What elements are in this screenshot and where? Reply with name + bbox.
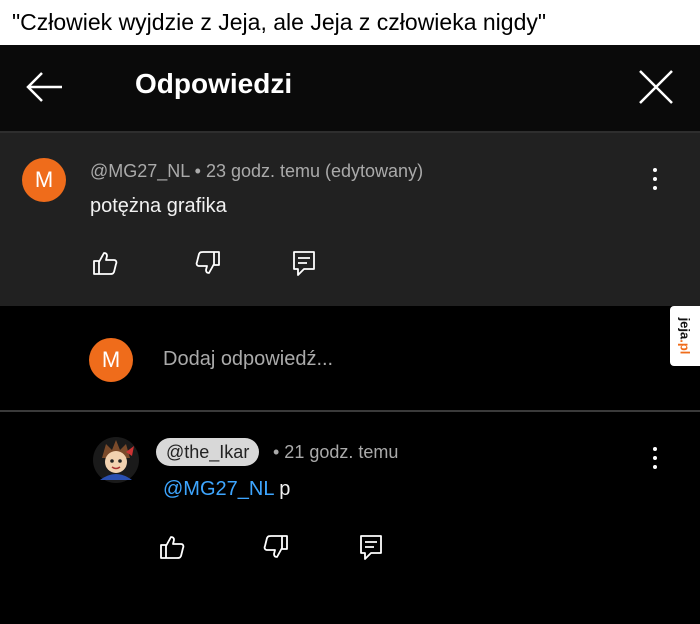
reply-time: • 21 godz. temu	[273, 442, 399, 462]
kebab-menu-icon[interactable]	[650, 168, 660, 196]
back-arrow-icon[interactable]	[22, 67, 66, 107]
watermark-tld: .pl	[677, 339, 693, 355]
reply-text: @MG27_NL p	[163, 478, 290, 501]
avatar[interactable]: M	[22, 158, 66, 202]
app-header: Odpowiedzi	[0, 45, 700, 131]
watermark-name: jeja	[677, 317, 693, 340]
comment-text: potężna grafika	[90, 195, 227, 217]
reply-input[interactable]: Dodaj odpowiedź...	[163, 348, 333, 371]
parent-comment: M @MG27_NL • 23 godz. temu (edytowany) p…	[0, 131, 700, 306]
reply-author-chip[interactable]: @the_Ikar	[156, 438, 260, 466]
dislike-icon[interactable]	[194, 249, 222, 277]
reply-composer: M Dodaj odpowiedź...	[0, 306, 700, 411]
reply-body: p	[279, 478, 291, 500]
kebab-menu-icon[interactable]	[650, 447, 660, 475]
avatar[interactable]	[92, 436, 140, 484]
close-icon[interactable]	[636, 67, 676, 107]
like-icon[interactable]	[91, 249, 119, 277]
meme-caption: "Człowiek wyjdzie z Jeja, ale Jeja z czł…	[0, 0, 700, 45]
comment-meta: @MG27_NL • 23 godz. temu (edytowany)	[90, 161, 424, 181]
reply-icon[interactable]	[357, 533, 385, 561]
jeja-watermark: jeja.pl	[670, 306, 700, 366]
dislike-icon[interactable]	[262, 533, 290, 561]
page-title: Odpowiedzi	[135, 68, 293, 99]
like-icon[interactable]	[158, 533, 186, 561]
avatar: M	[89, 338, 133, 382]
reply-icon[interactable]	[290, 249, 318, 277]
mention-link[interactable]: @MG27_NL	[163, 478, 274, 500]
divider	[0, 410, 700, 412]
